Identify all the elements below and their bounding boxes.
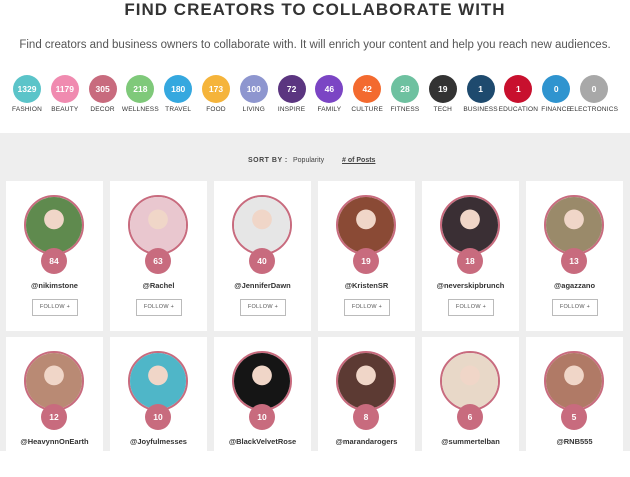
category-count: 305 (88, 75, 117, 103)
sort-bar: SORT BY : Popularity # of Posts (0, 157, 630, 169)
creator-card[interactable]: 10 @BlackVelvetRose (214, 337, 311, 477)
avatar-photo (546, 353, 602, 409)
page-title: FIND CREATORS TO COLLABORATE WITH (124, 0, 506, 19)
creator-handle[interactable]: @nikimstone (6, 281, 103, 290)
category-count: 42 (353, 75, 382, 103)
category-count: 1 (504, 75, 533, 103)
avatar[interactable] (24, 195, 84, 255)
creator-handle[interactable]: @agazzano (526, 281, 623, 290)
post-count-badge: 40 (249, 248, 275, 274)
avatar[interactable] (232, 351, 292, 411)
creator-card[interactable]: 19 @KristenSR FOLLOW + (318, 181, 415, 331)
creator-handle[interactable]: @neverskipbrunch (422, 281, 519, 290)
creator-card[interactable]: 8 @marandarogers (318, 337, 415, 477)
post-count-badge: 12 (41, 404, 67, 430)
category-count: 28 (391, 75, 419, 103)
avatar[interactable] (336, 195, 396, 255)
creator-card[interactable]: 18 @neverskipbrunch FOLLOW + (422, 181, 519, 331)
creator-handle[interactable]: @KristenSR (318, 281, 415, 290)
creator-card[interactable]: 63 @Rachel FOLLOW + (110, 181, 207, 331)
post-count-badge: 10 (145, 404, 171, 430)
post-count-badge: 13 (561, 248, 587, 274)
category-count: 46 (315, 75, 344, 103)
creator-handle[interactable]: @HeavynnOnEarth (6, 437, 103, 446)
avatar-photo (442, 353, 498, 409)
post-count-badge: 8 (353, 404, 379, 430)
category-count: 0 (542, 75, 571, 103)
creator-card[interactable]: 12 @HeavynnOnEarth (6, 337, 103, 477)
avatar[interactable] (336, 351, 396, 411)
category-filter-bar: 1329 FASHION 1179 BEAUTY 305 DECOR 218 WELLNESS… (6, 75, 626, 120)
sort-option-posts[interactable]: # of Posts (342, 157, 375, 164)
category-count: 72 (277, 75, 306, 103)
creator-handle[interactable]: @Joyfulmesses (110, 437, 207, 446)
avatar-photo (338, 197, 394, 253)
follow-button[interactable]: FOLLOW + (344, 299, 390, 316)
creator-handle[interactable]: @marandarogers (318, 437, 415, 446)
post-count-badge: 18 (457, 248, 483, 274)
avatar[interactable] (440, 195, 500, 255)
post-count-badge: 63 (145, 248, 171, 274)
avatar[interactable] (128, 351, 188, 411)
category-count: 173 (202, 75, 230, 103)
avatar[interactable] (544, 351, 604, 411)
creator-handle[interactable]: @JenniferDawn (214, 281, 311, 290)
creator-handle[interactable]: @Rachel (110, 281, 207, 290)
avatar-photo (26, 353, 82, 409)
follow-button[interactable]: FOLLOW + (136, 299, 182, 316)
follow-button[interactable]: FOLLOW + (552, 299, 598, 316)
creator-card[interactable]: 6 @summertelban (422, 337, 519, 477)
creator-card[interactable]: 40 @JenniferDawn FOLLOW + (214, 181, 311, 331)
avatar[interactable] (544, 195, 604, 255)
post-count-badge: 84 (41, 248, 67, 274)
avatar-photo (546, 197, 602, 253)
category-count: 19 (428, 75, 457, 103)
post-count-badge: 10 (249, 404, 275, 430)
category-electronics[interactable]: 0 ELECTRONICS (569, 75, 619, 113)
category-count: 1 (466, 75, 495, 103)
post-count-badge: 19 (353, 248, 379, 274)
follow-button[interactable]: FOLLOW + (240, 299, 286, 316)
category-count: 218 (126, 75, 155, 103)
category-count: 1329 (13, 75, 41, 103)
creator-card[interactable]: 13 @agazzano FOLLOW + (526, 181, 623, 331)
follow-button[interactable]: FOLLOW + (448, 299, 494, 316)
post-count-badge: 5 (561, 404, 587, 430)
category-count: 0 (580, 75, 608, 103)
creator-card[interactable]: 10 @Joyfulmesses (110, 337, 207, 477)
category-label: ELECTRONICS (569, 106, 619, 113)
creator-card[interactable]: 5 @RNB555 (526, 337, 623, 477)
avatar-photo (442, 197, 498, 253)
creator-card[interactable]: 84 @nikimstone FOLLOW + (6, 181, 103, 331)
avatar[interactable] (440, 351, 500, 411)
sort-label: SORT BY : (248, 157, 288, 164)
avatar-photo (26, 197, 82, 253)
avatar[interactable] (24, 351, 84, 411)
sort-option-popularity[interactable]: Popularity (293, 157, 324, 164)
avatar[interactable] (128, 195, 188, 255)
creator-handle[interactable]: @RNB555 (526, 437, 623, 446)
creator-handle[interactable]: @BlackVelvetRose (214, 437, 311, 446)
avatar[interactable] (232, 195, 292, 255)
category-count: 1179 (50, 75, 79, 103)
avatar-photo (338, 353, 394, 409)
avatar-photo (234, 197, 290, 253)
post-count-badge: 6 (457, 404, 483, 430)
avatar-photo (234, 353, 290, 409)
category-count: 100 (239, 75, 268, 103)
category-count: 180 (164, 75, 193, 103)
follow-button[interactable]: FOLLOW + (32, 299, 78, 316)
creator-handle[interactable]: @summertelban (422, 437, 519, 446)
avatar-photo (130, 353, 186, 409)
page-subtitle: Find creators and business owners to col… (19, 39, 611, 51)
avatar-photo (130, 197, 186, 253)
